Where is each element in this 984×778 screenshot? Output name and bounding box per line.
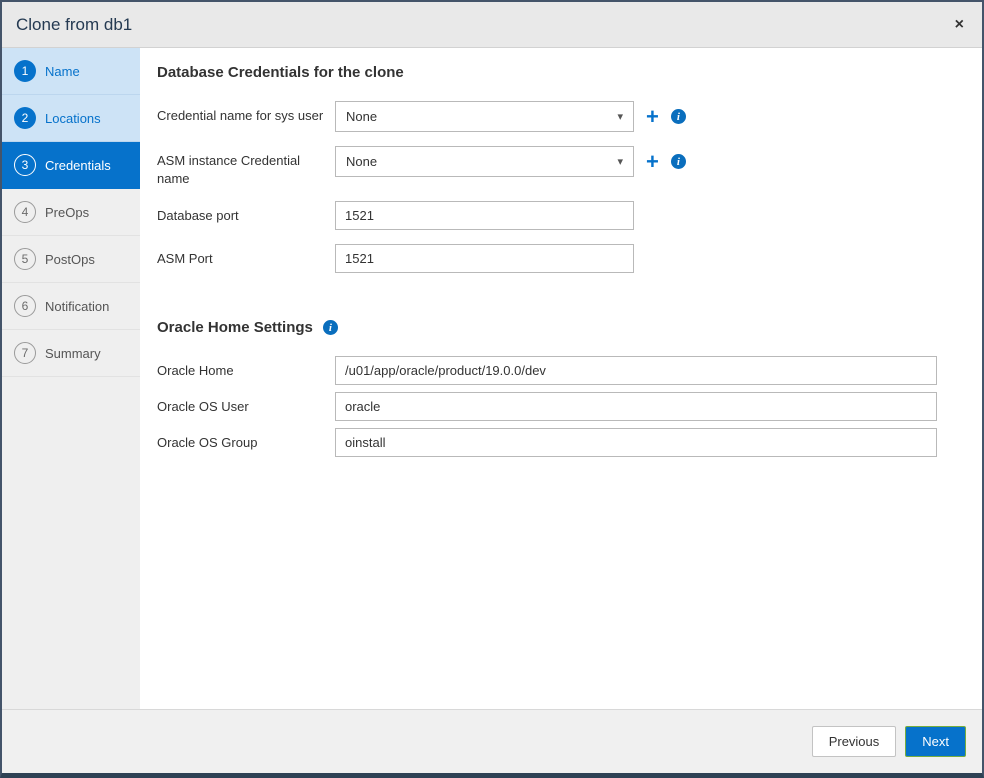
wizard-footer: Previous Next [2, 709, 982, 773]
info-icon[interactable]: i [671, 109, 686, 124]
section-heading-oracle-home: Oracle Home Settings i [157, 319, 962, 336]
field-row-asm-credential: ASM instance Credential name None ▾ + i [157, 146, 962, 187]
asm-port-input[interactable] [335, 244, 634, 273]
oracle-os-user-input[interactable] [335, 392, 937, 421]
next-button[interactable]: Next [905, 726, 966, 757]
step-label: PreOps [45, 205, 89, 220]
step-label: Name [45, 64, 80, 79]
section-heading-text: Oracle Home Settings [157, 319, 313, 336]
oracle-os-group-label: Oracle OS Group [157, 428, 335, 452]
wizard-step-list: 1 Name 2 Locations 3 Credentials 4 PreOp… [2, 48, 140, 709]
title-bar: Clone from db1 × [2, 2, 982, 48]
sidebar-item-preops[interactable]: 4 PreOps [2, 189, 140, 236]
oracle-os-user-label: Oracle OS User [157, 392, 335, 416]
step-number-badge: 4 [14, 201, 36, 223]
oracle-os-group-input[interactable] [335, 428, 937, 457]
step-label: PostOps [45, 252, 95, 267]
sidebar-item-summary[interactable]: 7 Summary [2, 330, 140, 377]
field-row-sys-credential: Credential name for sys user None ▾ + i [157, 101, 962, 132]
close-icon[interactable]: × [951, 15, 968, 35]
step-number-badge: 6 [14, 295, 36, 317]
info-icon[interactable]: i [323, 320, 338, 335]
sys-credential-label: Credential name for sys user [157, 101, 335, 125]
field-row-database-port: Database port [157, 201, 962, 230]
oracle-home-label: Oracle Home [157, 356, 335, 380]
field-row-oracle-home: Oracle Home [157, 356, 962, 385]
asm-port-label: ASM Port [157, 244, 335, 268]
step-number-badge: 5 [14, 248, 36, 270]
clone-wizard-dialog: Clone from db1 × 1 Name 2 Locations 3 Cr… [0, 0, 984, 778]
sidebar-item-postops[interactable]: 5 PostOps [2, 236, 140, 283]
asm-credential-selected-value: None [346, 154, 377, 169]
database-port-label: Database port [157, 201, 335, 225]
step-number-badge: 1 [14, 60, 36, 82]
sys-credential-dropdown[interactable]: None ▾ [335, 101, 634, 132]
credentials-panel: Database Credentials for the clone Crede… [140, 48, 982, 709]
chevron-down-icon: ▾ [617, 155, 623, 168]
sidebar-item-name[interactable]: 1 Name [2, 48, 140, 95]
info-icon[interactable]: i [671, 154, 686, 169]
sys-credential-selected-value: None [346, 109, 377, 124]
field-row-asm-port: ASM Port [157, 244, 962, 273]
sidebar-item-notification[interactable]: 6 Notification [2, 283, 140, 330]
previous-button[interactable]: Previous [812, 726, 897, 757]
database-port-input[interactable] [335, 201, 634, 230]
oracle-home-input[interactable] [335, 356, 937, 385]
step-label: Credentials [45, 158, 111, 173]
step-number-badge: 3 [14, 154, 36, 176]
step-label: Summary [45, 346, 101, 361]
field-row-oracle-os-user: Oracle OS User [157, 392, 962, 421]
dialog-title: Clone from db1 [16, 15, 132, 35]
step-label: Notification [45, 299, 109, 314]
sidebar-item-locations[interactable]: 2 Locations [2, 95, 140, 142]
step-number-badge: 7 [14, 342, 36, 364]
sidebar-item-credentials[interactable]: 3 Credentials [2, 142, 140, 189]
asm-credential-label: ASM instance Credential name [157, 146, 335, 187]
add-credential-icon[interactable]: + [646, 106, 659, 128]
step-label: Locations [45, 111, 101, 126]
asm-credential-dropdown[interactable]: None ▾ [335, 146, 634, 177]
field-row-oracle-os-group: Oracle OS Group [157, 428, 962, 457]
section-heading-database-credentials: Database Credentials for the clone [157, 64, 962, 81]
chevron-down-icon: ▾ [617, 110, 623, 123]
add-credential-icon[interactable]: + [646, 151, 659, 173]
step-number-badge: 2 [14, 107, 36, 129]
section-heading-text: Database Credentials for the clone [157, 64, 404, 81]
